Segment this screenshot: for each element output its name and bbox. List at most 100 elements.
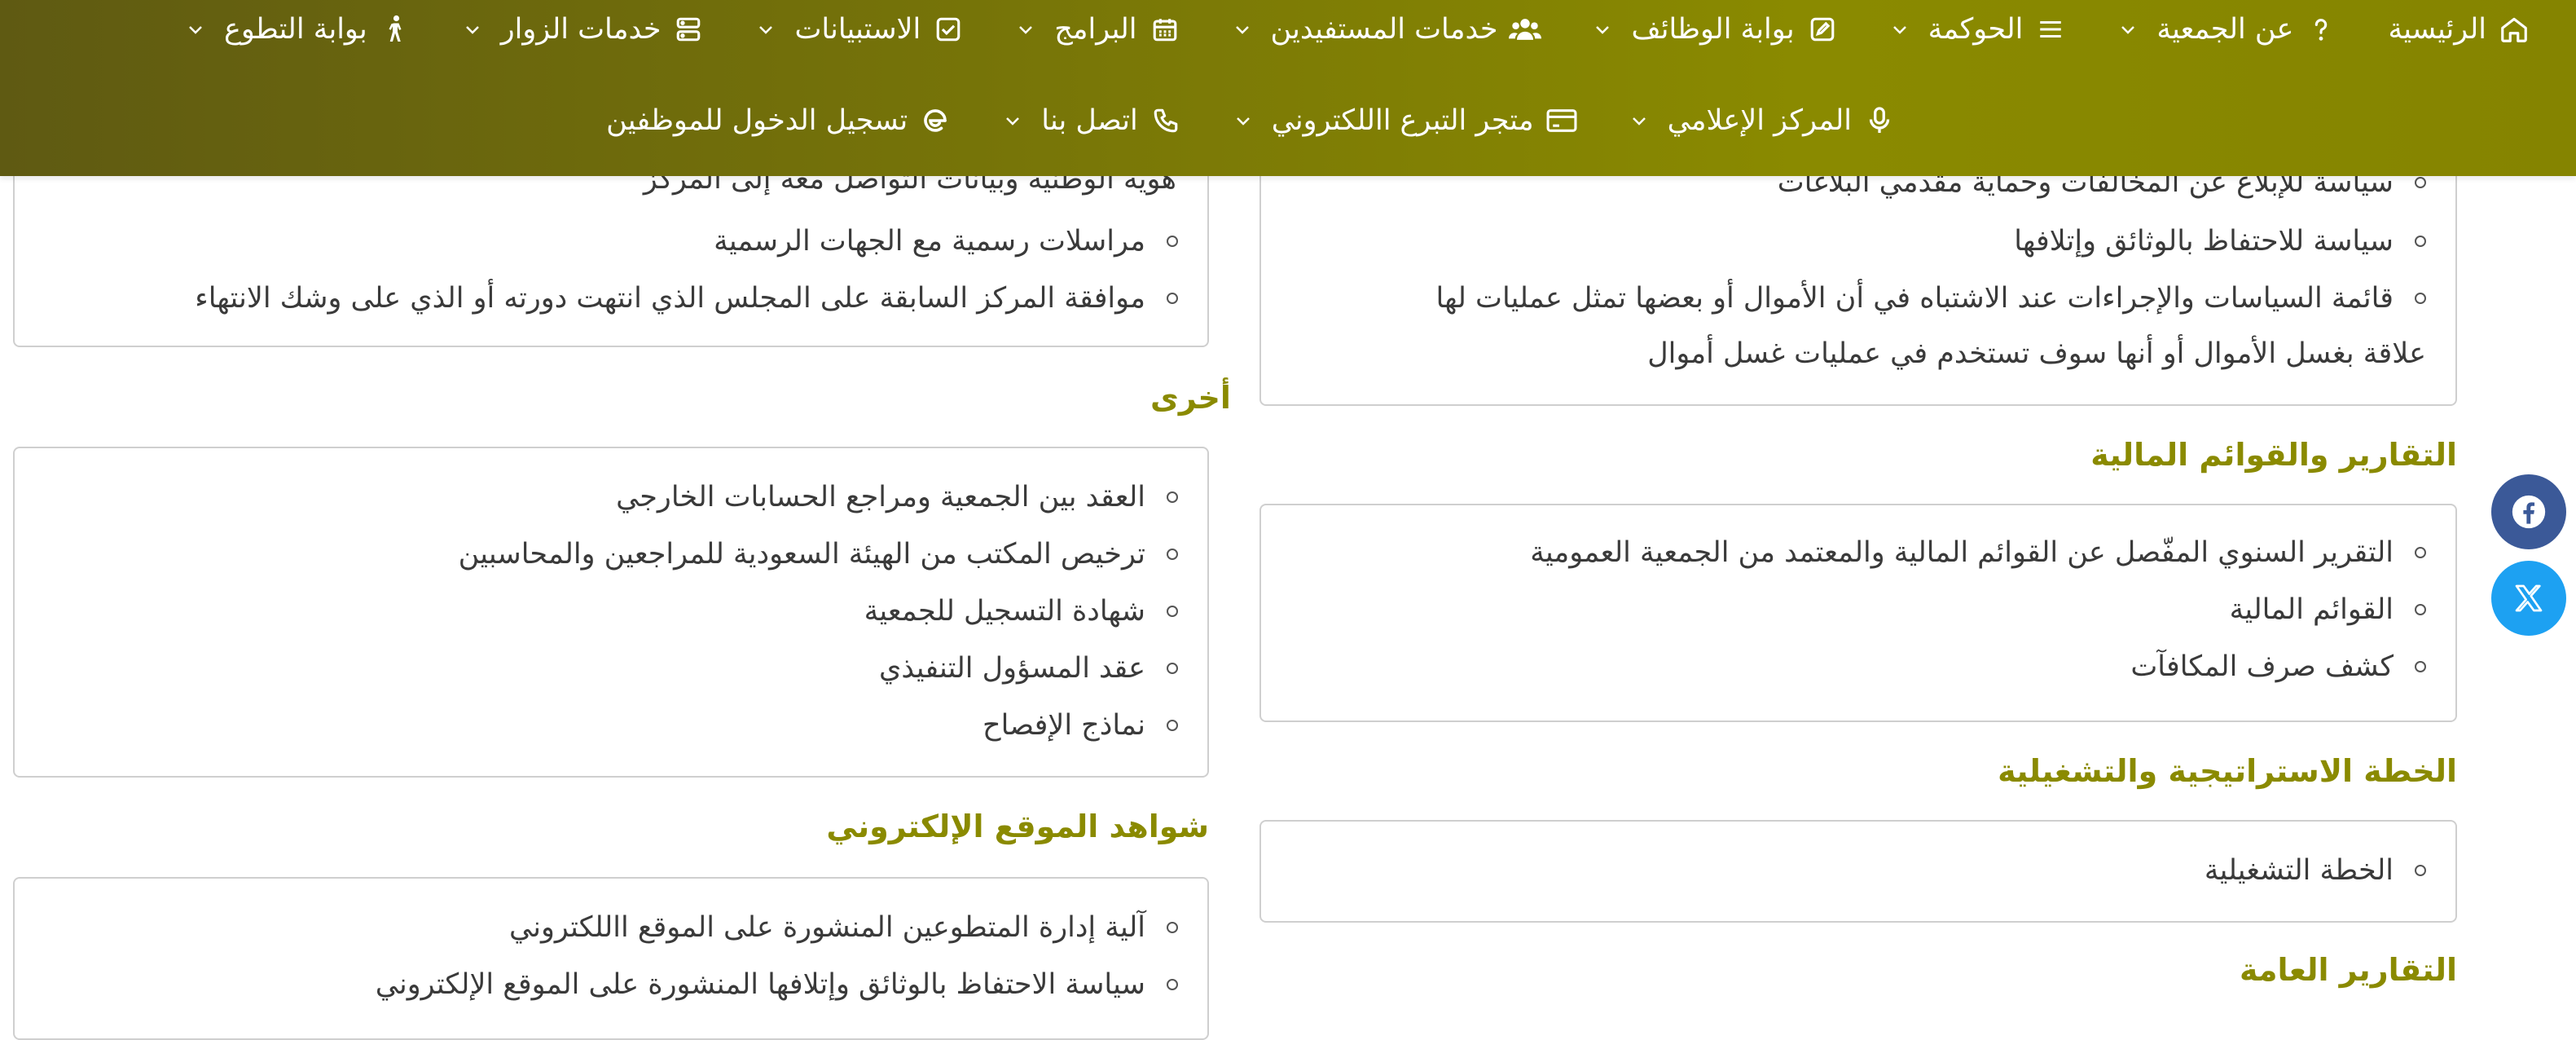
list-item-text: شهادة التسجيل للجمعية (864, 595, 1145, 628)
nav-label: خدمات المستفيدين (1270, 13, 1498, 46)
nav-item-media[interactable]: المركز الإعلامي (1629, 104, 1896, 137)
list-item-text: سياسة للاحتفاظ بالوثائق وإتلافها (2014, 225, 2394, 258)
bullet (1167, 293, 1178, 304)
nav-label: عن الجمعية (2156, 13, 2294, 46)
bullet (1167, 663, 1178, 674)
list-item[interactable]: القوائم المالية (2230, 587, 2426, 632)
bullet (2415, 604, 2426, 615)
chevron-down-icon (1015, 19, 1036, 40)
list-item[interactable]: شهادة التسجيل للجمعية (864, 588, 1178, 634)
list-item-text: الخطة التشغيلية (2204, 854, 2394, 887)
list-item[interactable]: العقد بين الجمعية ومراجع الحسابات الخارج… (616, 474, 1178, 520)
list-item[interactable]: قائمة السياسات والإجراءات عند الاشتباه ف… (1435, 275, 2426, 321)
nav-item-contact[interactable]: اتصل بنا (1002, 104, 1181, 137)
chevron-down-icon (1592, 19, 1613, 40)
bullet (1167, 606, 1178, 617)
users-icon (1509, 13, 1542, 46)
chevron-down-icon (2117, 19, 2139, 40)
list-item[interactable]: سياسة الاحتفاظ بالوثائق وإتلافها المنشور… (376, 962, 1178, 1007)
strategic-box: الخطة التشغيلية (1259, 820, 2457, 923)
home-icon (2498, 13, 2530, 46)
bullet (2415, 236, 2426, 247)
chevron-down-icon (1629, 110, 1650, 131)
bullet (2415, 661, 2426, 672)
nav-item-donation-store[interactable]: متجر التبرع االلكتروني (1233, 104, 1578, 137)
nav-item-about[interactable]: عن الجمعية (2117, 13, 2337, 46)
section-heading-general-reports: التقارير العامة (2239, 952, 2457, 988)
list-item-text: عقد المسؤول التنفيذي (878, 652, 1145, 685)
nav-label: تسجيل الدخول للموظفين (606, 104, 908, 137)
nav-item-surveys[interactable]: الاستبيانات (755, 13, 965, 46)
server-icon (672, 13, 705, 46)
bullet (1167, 549, 1178, 560)
chevron-down-icon (1889, 19, 1910, 40)
list-item-text: موافقة المركز السابقة على المجلس الذي ان… (195, 282, 1145, 315)
list-item-text: سياسة الاحتفاظ بالوثائق وإتلافها المنشور… (375, 968, 1145, 1001)
list-item[interactable]: نماذج الإفصاح (982, 703, 1178, 748)
nav-label: الحوكمة (1928, 13, 2024, 46)
list-item[interactable]: التقرير السنوي المفّصل عن القوائم المالي… (1530, 530, 2426, 575)
nav-item-visitors[interactable]: خدمات الزوار (462, 13, 706, 46)
list-item[interactable]: عقد المسؤول التنفيذي (879, 646, 1178, 691)
edge-browser-icon (919, 104, 952, 137)
list-item[interactable]: ترخيص المكتب من الهيئة السعودية للمراجعي… (459, 531, 1178, 577)
list-item-continuation: علاقة بغسل الأموال أو أنها سوف تستخدم في… (1647, 337, 2426, 370)
facebook-share-button[interactable] (2491, 474, 2566, 549)
list-item[interactable]: موافقة المركز السابقة على المجلس الذي ان… (195, 275, 1178, 321)
list-item-text: آلية إدارة المتطوعين المنشورة على الموقع… (509, 911, 1145, 944)
nav-item-beneficiaries[interactable]: خدمات المستفيدين (1232, 13, 1542, 46)
nav-item-jobs[interactable]: بوابة الوظائف (1592, 13, 1838, 46)
bullet (1167, 491, 1178, 503)
section-heading-other: أخرى (1150, 380, 1231, 416)
bullet (1167, 979, 1178, 990)
section-heading-strategic: الخطة الاستراتيجية والتشغيلية (1998, 753, 2457, 789)
nav-label: متجر التبرع االلكتروني (1271, 104, 1534, 137)
chevron-down-icon (1233, 110, 1254, 131)
nav-label: المركز الإعلامي (1667, 104, 1852, 137)
nav-label: بوابة الوظائف (1631, 13, 1795, 46)
chevron-down-icon (755, 19, 776, 40)
facebook-icon (2512, 495, 2546, 529)
list-item[interactable]: مراسلات رسمية مع الجهات الرسمية (714, 218, 1178, 264)
list-item[interactable]: آلية إدارة المتطوعين المنشورة على الموقع… (509, 905, 1178, 950)
nav-label: اتصل بنا (1041, 104, 1138, 137)
bullet (2415, 865, 2426, 876)
section-heading-website: شواهد الموقع الإلكتروني (826, 809, 1209, 844)
walking-person-icon (379, 13, 411, 46)
nav-item-programs[interactable]: البرامج (1015, 13, 1180, 46)
bullet (1167, 922, 1178, 933)
bullet (2415, 177, 2426, 188)
list-item-text: مراسلات رسمية مع الجهات الرسمية (714, 225, 1145, 258)
list-item-text: التقرير السنوي المفّصل عن القوائم المالي… (1530, 536, 2394, 569)
chevron-down-icon (185, 19, 206, 40)
list-item[interactable]: سياسة للاحتفاظ بالوثائق وإتلافها (2014, 218, 2426, 264)
x-twitter-icon (2515, 584, 2543, 612)
list-item-text: القوائم المالية (2229, 593, 2394, 626)
nav-label: الرئيسية (2388, 13, 2486, 46)
list-item[interactable]: الخطة التشغيلية (2205, 848, 2426, 893)
bullet (2415, 293, 2426, 304)
chevron-down-icon (1232, 19, 1253, 40)
nav-item-staff-login[interactable]: تسجيل الدخول للموظفين (606, 104, 952, 137)
list-item-text: ترخيص المكتب من الهيئة السعودية للمراجعي… (458, 538, 1145, 571)
list-item-text: قائمة السياسات والإجراءات عند الاشتباه ف… (1435, 282, 2394, 315)
nav-item-governance[interactable]: الحوكمة (1889, 13, 2068, 46)
bullet (1167, 720, 1178, 731)
credit-card-icon (1545, 104, 1578, 137)
calendar-icon (1149, 13, 1181, 46)
bullet (1167, 236, 1178, 247)
nav-row-secondary: المركز الإعلامي متجر التبرع االلكتروني ا… (556, 98, 1896, 143)
nav-item-volunteer[interactable]: بوابة التطوع (185, 13, 411, 46)
list-item-text: العقد بين الجمعية ومراجع الحسابات الخارج… (616, 481, 1145, 513)
chevron-down-icon (1002, 110, 1023, 131)
bullet (2415, 547, 2426, 558)
phone-icon (1150, 104, 1182, 137)
microphone-icon (1863, 104, 1896, 137)
twitter-share-button[interactable] (2491, 561, 2566, 636)
list-icon (2034, 13, 2067, 46)
list-item[interactable]: كشف صرف المكافآت (2130, 644, 2426, 690)
nav-label: خدمات الزوار (500, 13, 662, 46)
nav-item-home[interactable]: الرئيسية (2388, 13, 2530, 46)
list-item-text: نماذج الإفصاح (982, 709, 1145, 742)
nav-label: البرامج (1054, 13, 1137, 46)
